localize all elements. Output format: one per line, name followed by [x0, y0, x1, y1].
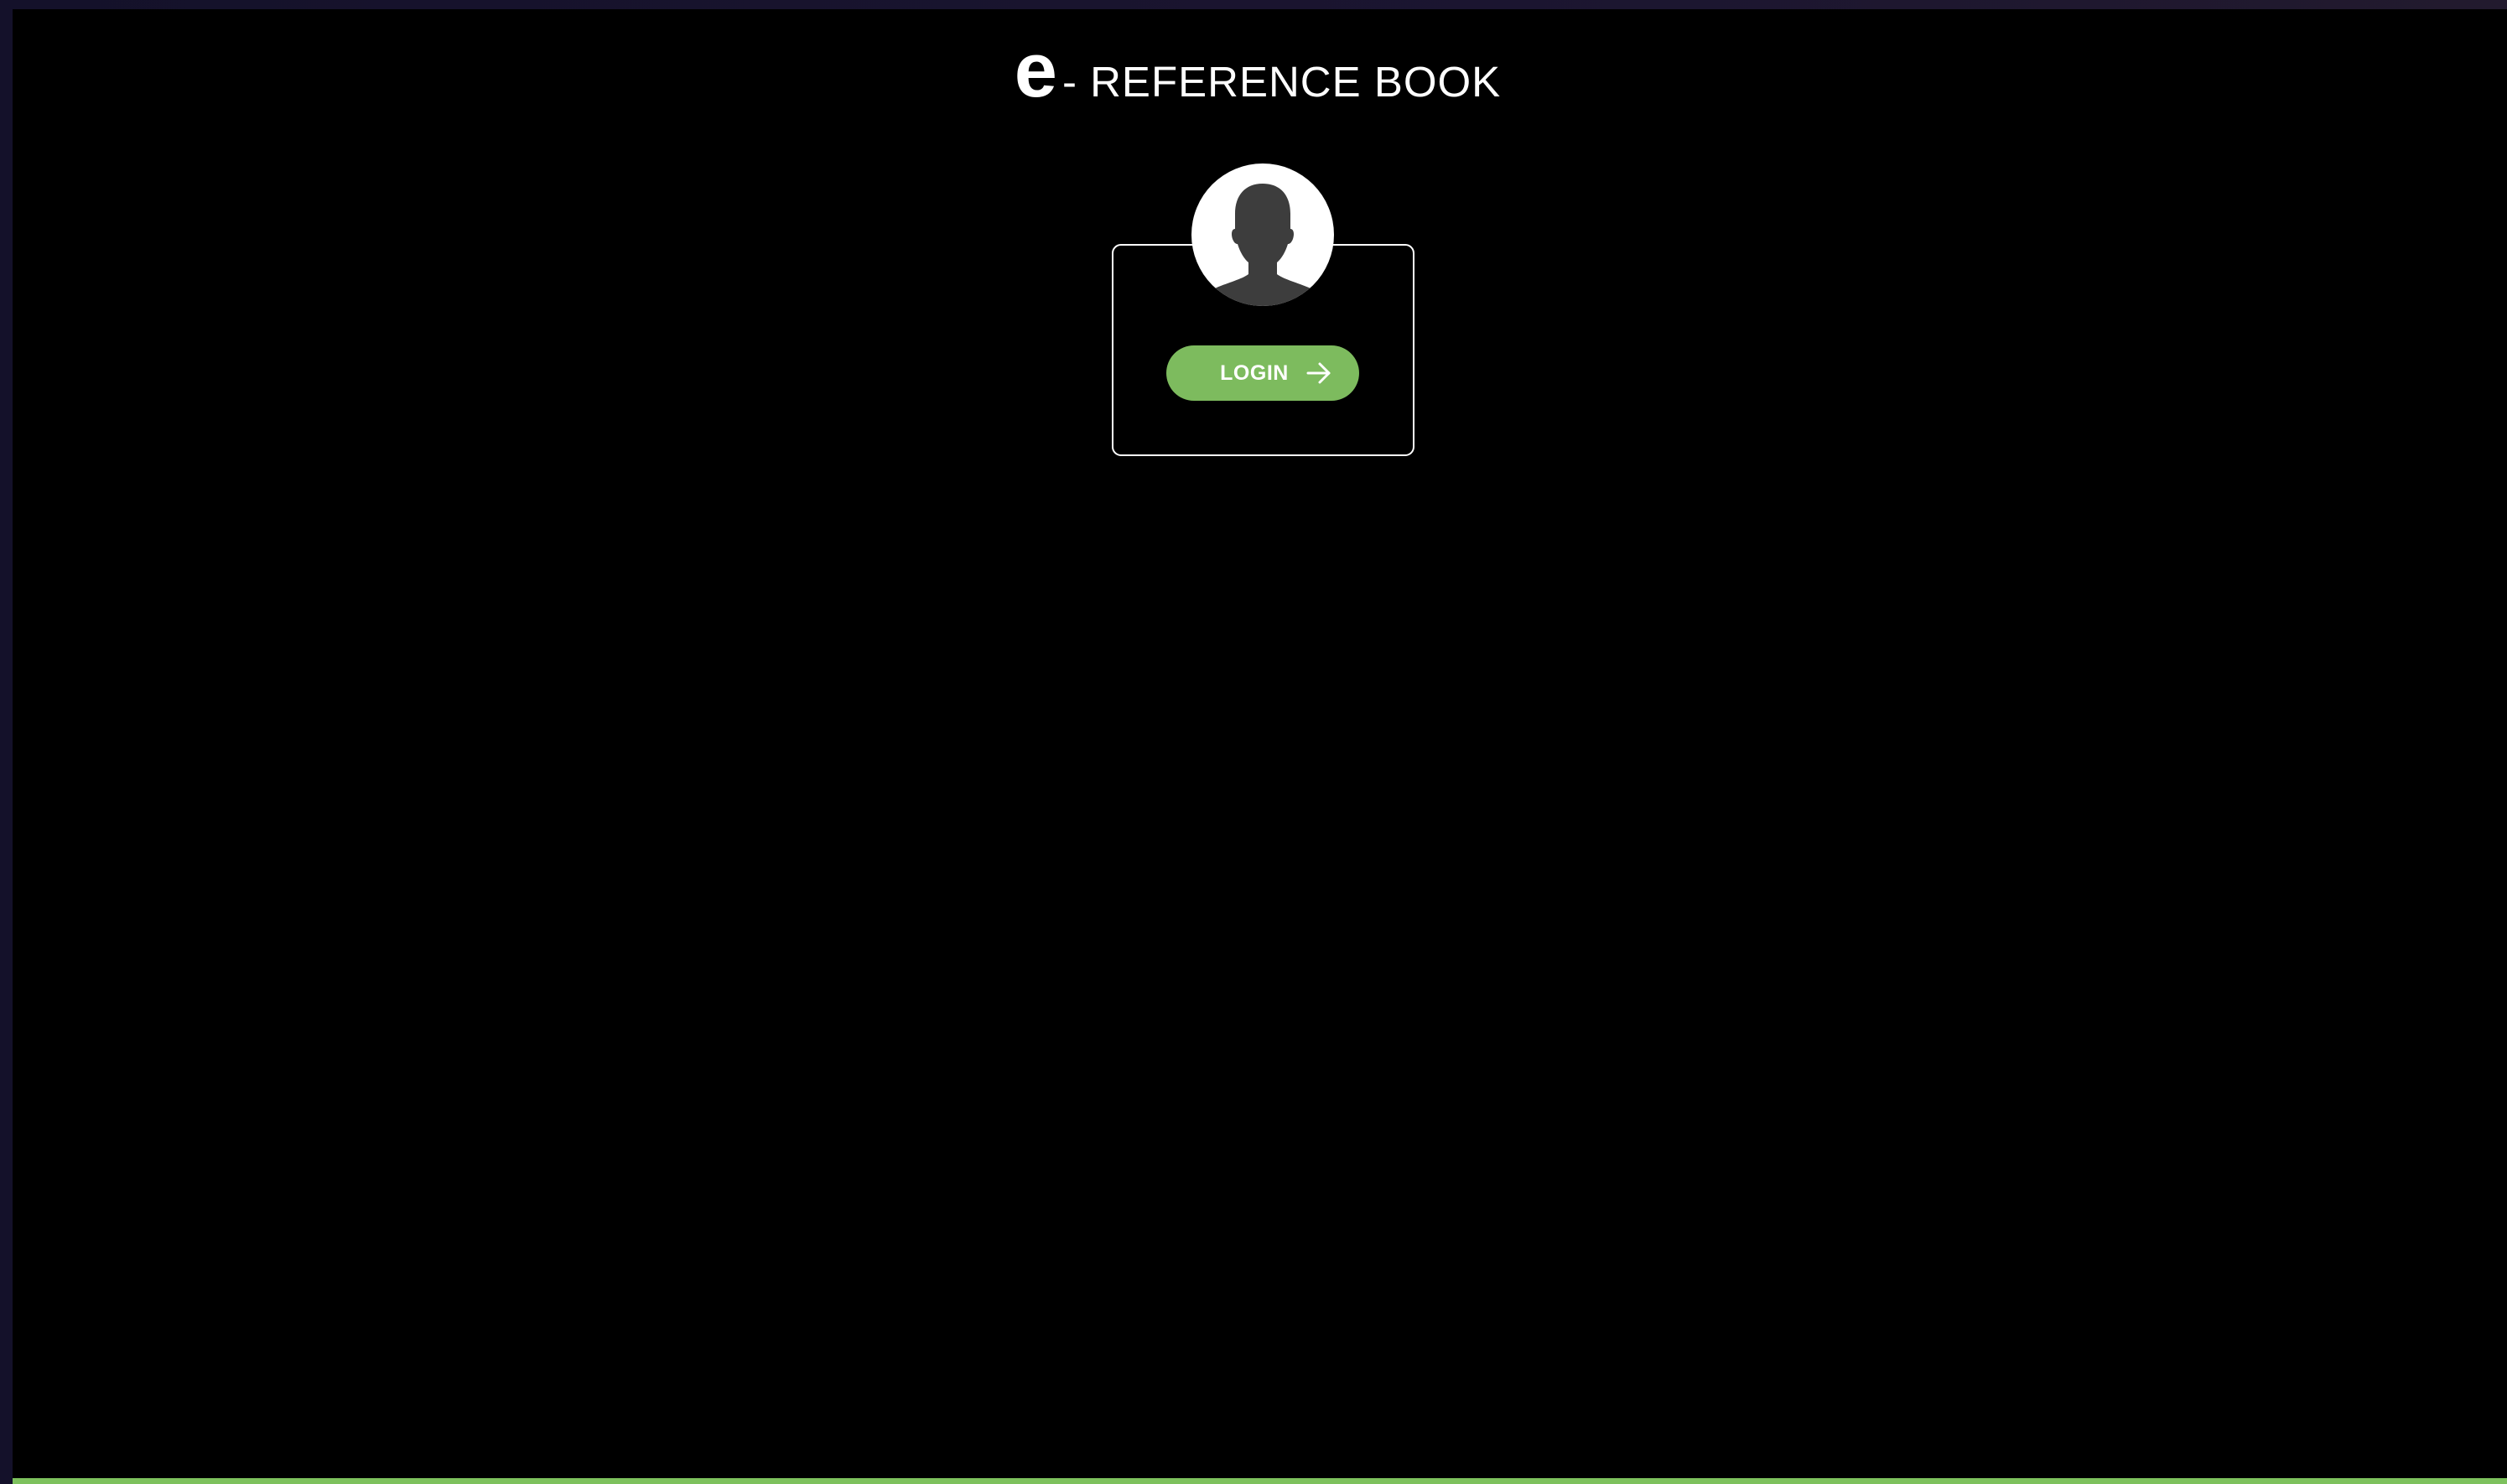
- bottom-accent-bar: [13, 1478, 2507, 1484]
- avatar: [1191, 163, 1334, 306]
- user-silhouette-icon: [1191, 184, 1334, 306]
- arrow-right-icon: [1306, 362, 1331, 384]
- login-button-label: LOGIN: [1220, 361, 1289, 385]
- login-button[interactable]: LOGIN: [1166, 345, 1359, 401]
- title-text: - REFERENCE BOOK: [1061, 58, 1502, 106]
- logo-letter: e: [1014, 28, 1057, 113]
- page-title: e- REFERENCE BOOK: [0, 29, 2507, 124]
